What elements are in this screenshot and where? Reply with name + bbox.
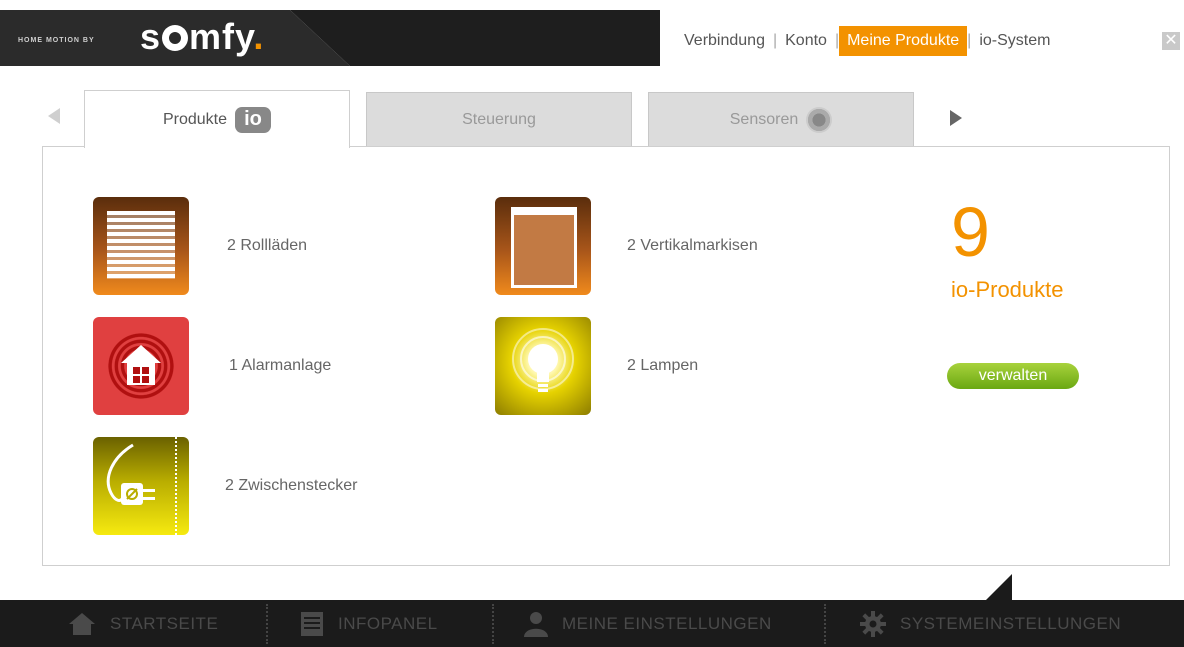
bottom-nav-label: MEINE EINSTELLUNGEN: [562, 613, 772, 633]
bottom-nav-label: SYSTEMEINSTELLUNGEN: [900, 613, 1122, 633]
plug-icon: [93, 437, 189, 535]
logo-text-end: mfy: [189, 16, 254, 57]
logo-o-mark: [162, 25, 189, 51]
brand-tagline: HOME MOTION BY: [18, 37, 95, 44]
product-label: 2 Rollläden: [227, 237, 308, 254]
active-notch: [986, 574, 1012, 600]
product-label: 2 Zwischenstecker: [225, 477, 358, 494]
products-panel: 2 Rollläden 2 Vertikalmarkisen 1 Alarman…: [42, 146, 1170, 566]
product-count-label: io-Produkte: [951, 277, 1064, 302]
tab-produkte-label: Produkte: [162, 110, 228, 128]
product-count: 9: [951, 193, 990, 271]
tab-steuerung-label: Steuerung: [462, 110, 536, 128]
roller-shutter-icon: [93, 197, 189, 295]
tab-steuerung[interactable]: Steuerung: [366, 92, 632, 147]
bottom-nav-separator: [266, 604, 268, 644]
bottom-nav-separator: [492, 604, 494, 644]
nav-io-system[interactable]: io-System: [971, 26, 1058, 56]
vertical-awning-icon: [495, 197, 591, 295]
product-label: 2 Vertikalmarkisen: [627, 237, 758, 254]
brand-header: HOME MOTION BY s mfy.: [0, 10, 660, 66]
io-badge-icon: io: [235, 106, 272, 133]
logo-dot: .: [253, 16, 265, 57]
somfy-logo[interactable]: s mfy.: [140, 16, 264, 58]
tab-prev-arrow-icon[interactable]: [48, 108, 60, 124]
lamp-icon: [495, 317, 591, 415]
tab-sensoren-label: Sensoren: [729, 110, 799, 128]
nav-meine-produkte[interactable]: Meine Produkte: [839, 26, 968, 56]
product-label: 2 Lampen: [627, 357, 699, 374]
sensor-icon: [806, 106, 833, 133]
product-zwischenstecker[interactable]: 2 Zwischenstecker: [93, 437, 358, 535]
gear-icon: [860, 610, 886, 637]
product-alarmanlage[interactable]: 1 Alarmanlage: [93, 317, 331, 415]
brand-header-background: [0, 10, 660, 66]
product-lampen[interactable]: 2 Lampen: [495, 317, 698, 415]
logo-text-start: s: [140, 16, 162, 57]
bottom-nav-meine-einstellungen[interactable]: MEINE EINSTELLUNGEN: [524, 600, 772, 647]
tab-sensoren[interactable]: Sensoren: [648, 92, 914, 147]
product-vertikalmarkisen[interactable]: 2 Vertikalmarkisen: [495, 197, 758, 295]
nav-verbindung[interactable]: Verbindung: [676, 26, 773, 56]
product-rollladen[interactable]: 2 Rollläden: [93, 197, 307, 295]
bottom-nav-startseite[interactable]: STARTSEITE: [68, 600, 218, 647]
manage-button[interactable]: verwalten: [947, 363, 1079, 389]
tab-next-arrow-icon[interactable]: [950, 110, 962, 126]
bottom-navigation: STARTSEITE INFOPANEL MEINE EINSTELLUNGEN: [0, 574, 1184, 647]
bottom-nav-label: INFOPANEL: [338, 613, 438, 633]
bottom-nav-infopanel[interactable]: INFOPANEL: [300, 600, 438, 647]
user-icon: [524, 611, 548, 637]
alarm-house-icon: [93, 317, 189, 415]
top-navigation: Verbindung | Konto | Meine Produkte | io…: [676, 26, 1058, 56]
bottom-nav-systemeinstellungen[interactable]: SYSTEMEINSTELLUNGEN: [860, 600, 1121, 647]
bottom-nav-label: STARTSEITE: [110, 613, 219, 633]
home-icon: [69, 612, 95, 635]
tab-produkte[interactable]: Produkte io: [84, 90, 350, 148]
bottom-nav-separator: [824, 604, 826, 644]
product-label: 1 Alarmanlage: [229, 357, 332, 374]
infopanel-icon: [301, 611, 323, 636]
nav-konto[interactable]: Konto: [777, 26, 835, 56]
close-icon[interactable]: ✕: [1162, 32, 1180, 50]
